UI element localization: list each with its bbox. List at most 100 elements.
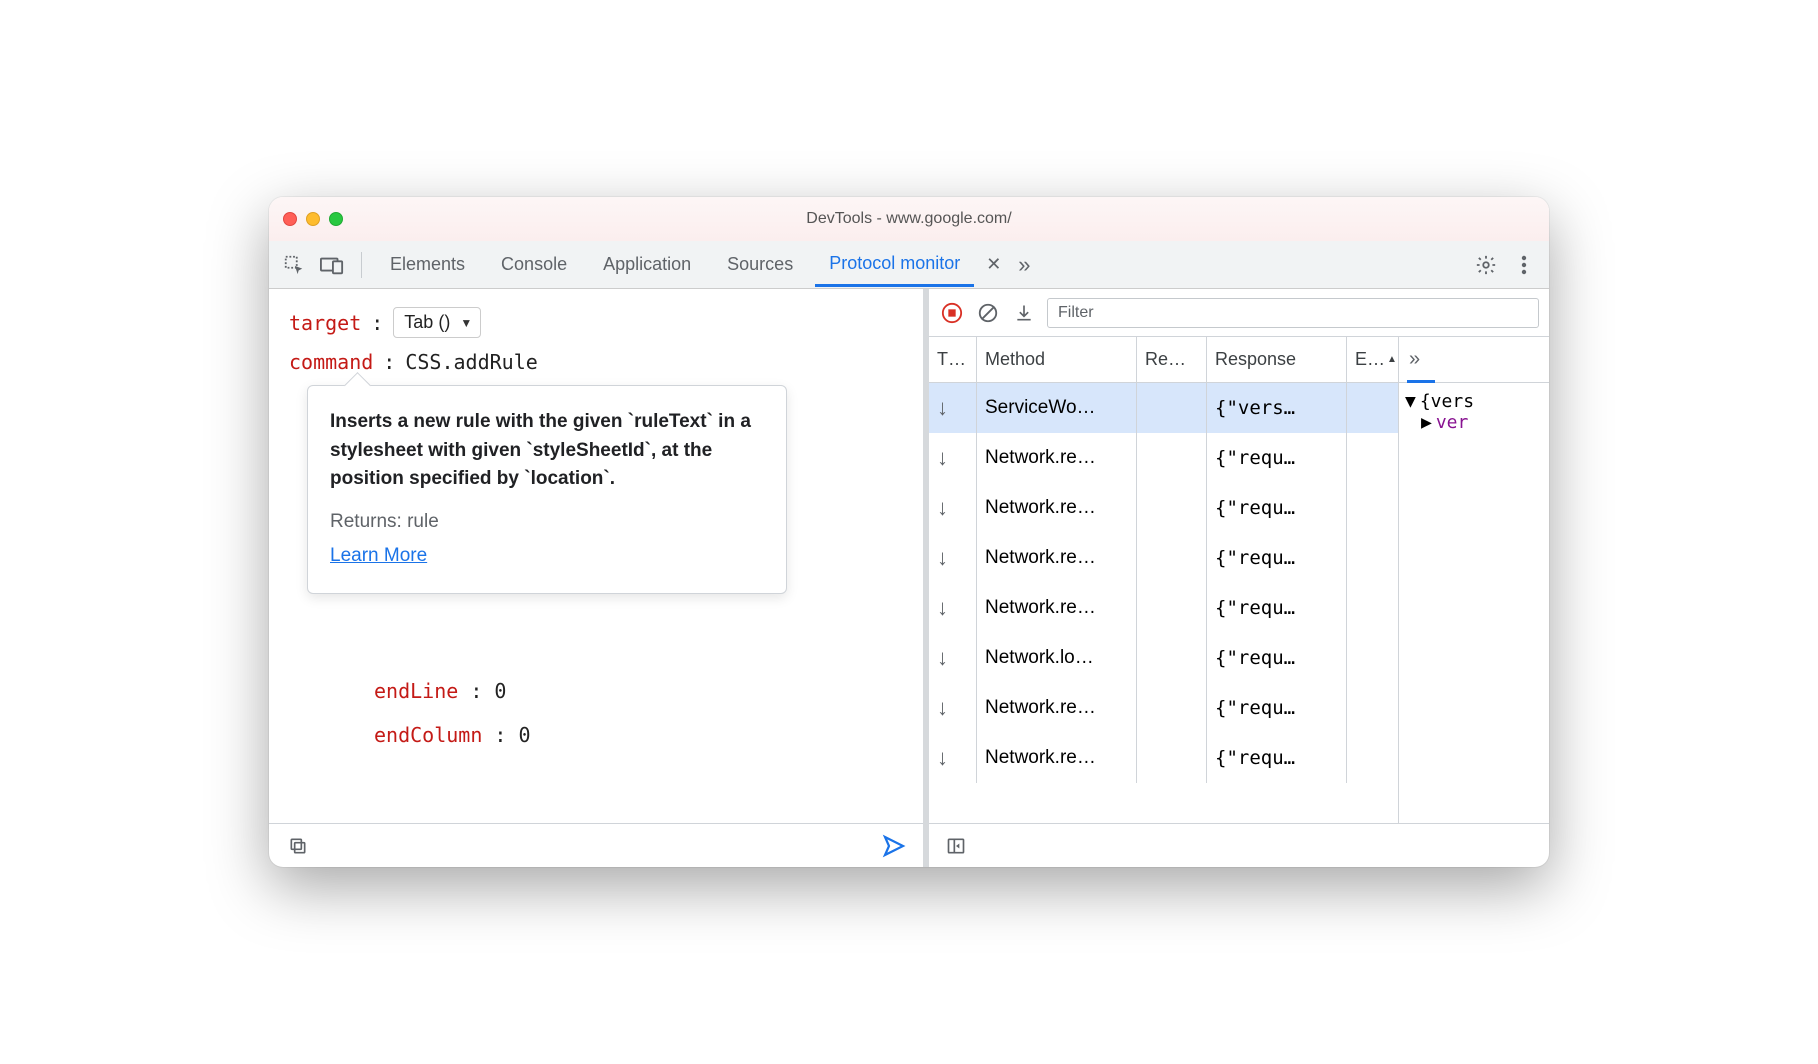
record-stop-icon[interactable] bbox=[939, 300, 965, 326]
cell-response: {"requ… bbox=[1207, 733, 1347, 783]
cell-request bbox=[1137, 483, 1207, 533]
table-row[interactable]: ↓Network.re… {"requ… bbox=[929, 583, 1398, 633]
inspect-element-icon[interactable] bbox=[279, 250, 309, 280]
table-row[interactable]: ↓Network.re…{"requ… bbox=[929, 433, 1398, 483]
close-tab-icon[interactable]: ✕ bbox=[986, 254, 1001, 275]
cell-request bbox=[1137, 633, 1207, 683]
param-value[interactable]: 0 bbox=[494, 679, 506, 703]
tab-elements[interactable]: Elements bbox=[376, 244, 479, 285]
monitor-footer bbox=[929, 823, 1549, 867]
detail-tabs: » bbox=[1399, 337, 1549, 383]
more-tabs-icon[interactable]: » bbox=[1009, 250, 1039, 280]
cell-method: Network.re… bbox=[977, 483, 1137, 533]
param-name: endColumn bbox=[374, 723, 482, 747]
more-detail-tabs-icon[interactable]: » bbox=[1409, 348, 1420, 371]
send-command-icon[interactable] bbox=[879, 831, 909, 861]
table-row[interactable]: ↓Network.re…{"requ… bbox=[929, 533, 1398, 583]
cell-elapsed bbox=[1347, 433, 1397, 483]
settings-gear-icon[interactable] bbox=[1471, 250, 1501, 280]
devtools-window: DevTools - www.google.com/ Elements Cons… bbox=[269, 197, 1549, 867]
cell-direction: ↓ bbox=[929, 383, 977, 433]
table-row[interactable]: ↓ Network.lo… {"requ… bbox=[929, 633, 1398, 683]
th-method[interactable]: Method bbox=[977, 337, 1137, 382]
message-detail-panel: » ▼ {vers ▶ ver bbox=[1399, 337, 1549, 823]
param-row: endColumn : 0 bbox=[374, 713, 531, 757]
arrow-down-icon: ↓ bbox=[937, 645, 948, 671]
cell-direction: ↓ bbox=[929, 733, 977, 783]
cell-method: Network.re… bbox=[977, 433, 1137, 483]
window-title: DevTools - www.google.com/ bbox=[269, 210, 1549, 228]
tree-caret-icon[interactable]: ▶ bbox=[1421, 412, 1432, 433]
cell-elapsed bbox=[1347, 733, 1397, 783]
tab-protocol-monitor[interactable]: Protocol monitor bbox=[815, 243, 974, 287]
th-type[interactable]: T… bbox=[929, 337, 977, 382]
table-row[interactable]: ↓ Network.re… {"requ… bbox=[929, 733, 1398, 783]
cell-direction: ↓ bbox=[929, 633, 977, 683]
copy-icon[interactable] bbox=[283, 831, 313, 861]
tab-sources[interactable]: Sources bbox=[713, 244, 807, 285]
cell-response: {"requ… bbox=[1207, 583, 1347, 633]
minimize-window-button[interactable] bbox=[306, 212, 320, 226]
tooltip-returns: Returns: rule bbox=[330, 508, 764, 537]
tooltip-description: Inserts a new rule with the given `ruleT… bbox=[330, 411, 751, 489]
sort-indicator-icon: ▲ bbox=[1387, 354, 1397, 365]
table-row[interactable]: ↓ServiceWo…{"vers… bbox=[929, 383, 1398, 433]
cell-direction: ↓ bbox=[929, 483, 977, 533]
command-editor-panel: target: Tab () command: CSS.addRule Inse… bbox=[269, 289, 929, 867]
cell-method: Network.re… bbox=[977, 733, 1137, 783]
cell-direction: ↓ bbox=[929, 683, 977, 733]
cell-request bbox=[1137, 683, 1207, 733]
cell-elapsed bbox=[1347, 533, 1397, 583]
download-icon[interactable] bbox=[1011, 300, 1037, 326]
command-doc-tooltip: Inserts a new rule with the given `ruleT… bbox=[307, 385, 787, 594]
cell-method: ServiceWo… bbox=[977, 383, 1137, 433]
arrow-down-icon: ↓ bbox=[937, 745, 948, 771]
arrow-down-icon: ↓ bbox=[937, 695, 948, 721]
cell-elapsed bbox=[1347, 683, 1397, 733]
zoom-window-button[interactable] bbox=[329, 212, 343, 226]
arrow-down-icon: ↓ bbox=[937, 545, 948, 571]
cell-method: Network.re… bbox=[977, 583, 1137, 633]
messages-table: T… Method Re… Response E…▲ ↓ ServiceWo… {"… bbox=[929, 337, 1399, 823]
param-value[interactable]: 0 bbox=[519, 723, 531, 747]
cell-request bbox=[1137, 583, 1207, 633]
clear-icon[interactable] bbox=[975, 300, 1001, 326]
command-label: command bbox=[289, 350, 373, 374]
target-label: target bbox=[289, 311, 361, 335]
param-name: endLine bbox=[374, 679, 458, 703]
table-row[interactable]: ↓ Network.re… {"requ… bbox=[929, 483, 1398, 533]
cell-method: Network.re… bbox=[977, 533, 1137, 583]
cell-direction: ↓ bbox=[929, 583, 977, 633]
tab-protocol-monitor-label: Protocol monitor bbox=[829, 253, 960, 273]
command-value[interactable]: CSS.addRule bbox=[405, 350, 537, 374]
arrow-down-icon: ↓ bbox=[937, 395, 948, 421]
th-request[interactable]: Re… bbox=[1137, 337, 1207, 382]
device-toolbar-icon[interactable] bbox=[317, 250, 347, 280]
th-response[interactable]: Response bbox=[1207, 337, 1347, 382]
learn-more-link[interactable]: Learn More bbox=[330, 542, 427, 571]
cell-elapsed bbox=[1347, 383, 1397, 433]
detail-tree[interactable]: ▼ {vers ▶ ver bbox=[1399, 383, 1549, 823]
arrow-down-icon: ↓ bbox=[937, 445, 948, 471]
table-header: T… Method Re… Response E…▲ bbox=[929, 337, 1398, 383]
filter-input[interactable]: Filter bbox=[1047, 298, 1539, 328]
cell-request bbox=[1137, 383, 1207, 433]
cell-response: {"requ… bbox=[1207, 483, 1347, 533]
separator bbox=[361, 252, 362, 278]
toggle-side-panel-icon[interactable] bbox=[941, 831, 971, 861]
cell-method: Network.re… bbox=[977, 683, 1137, 733]
arrow-down-icon: ↓ bbox=[937, 495, 948, 521]
kebab-menu-icon[interactable] bbox=[1509, 250, 1539, 280]
cell-method: Network.lo… bbox=[977, 633, 1137, 683]
th-elapsed[interactable]: E…▲ bbox=[1347, 337, 1397, 382]
tree-caret-icon[interactable]: ▼ bbox=[1405, 391, 1416, 412]
tab-console[interactable]: Console bbox=[487, 244, 581, 285]
close-window-button[interactable] bbox=[283, 212, 297, 226]
cell-elapsed bbox=[1347, 633, 1397, 683]
tab-application[interactable]: Application bbox=[589, 244, 705, 285]
cell-response: {"requ… bbox=[1207, 633, 1347, 683]
command-params: endLine : 0 endColumn : 0 bbox=[374, 669, 531, 757]
devtools-tabbar: Elements Console Application Sources Pro… bbox=[269, 241, 1549, 289]
target-select[interactable]: Tab () bbox=[393, 307, 481, 338]
table-row[interactable]: ↓Network.re…{"requ… bbox=[929, 683, 1398, 733]
